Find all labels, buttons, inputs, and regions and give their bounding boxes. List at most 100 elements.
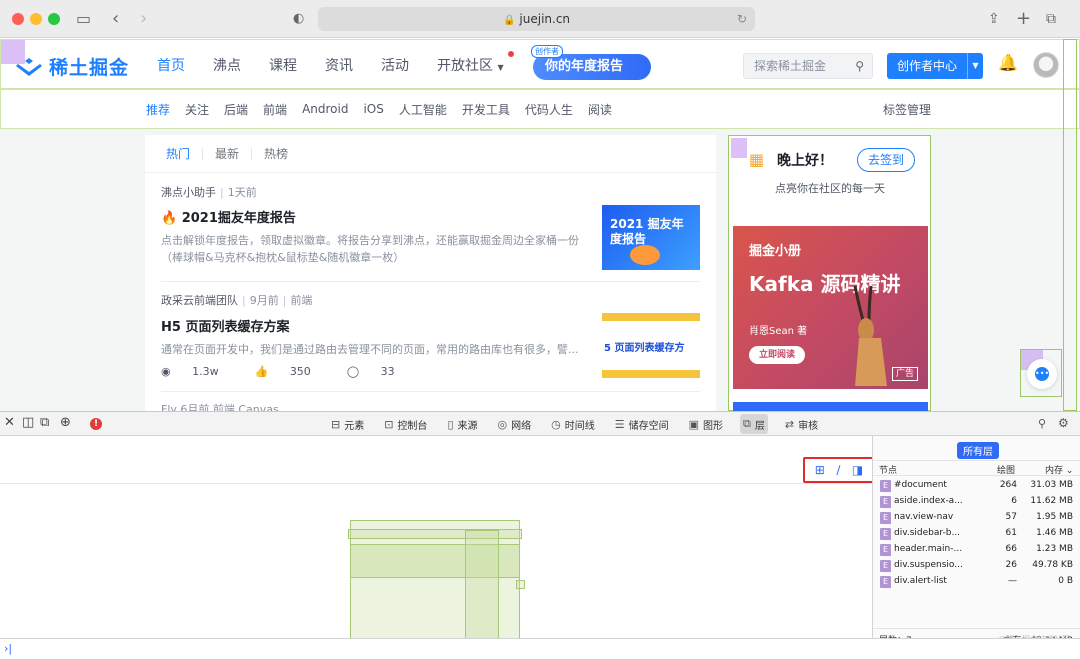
new-tab-icon[interactable]: + bbox=[1016, 9, 1031, 29]
creator-dropdown-icon[interactable]: ▼ bbox=[967, 53, 983, 79]
layers-3d-canvas[interactable]: ⊞ ∕ ◨ bbox=[0, 436, 875, 650]
category-recommend[interactable]: 推荐 bbox=[146, 101, 170, 118]
article-title[interactable]: H5 页面列表缓存方案 bbox=[161, 316, 289, 335]
nav-open-community[interactable]: 开放社区 ▼ bbox=[437, 51, 514, 75]
undock-icon[interactable]: ⧉ bbox=[40, 416, 49, 430]
chevron-down-icon: ⌄ bbox=[1065, 466, 1074, 476]
nav-events[interactable]: 活动 bbox=[381, 55, 409, 75]
zoom-window-button[interactable] bbox=[48, 13, 60, 25]
details-sidebar-icon[interactable]: ◨ bbox=[852, 463, 863, 477]
nav-news[interactable]: 资讯 bbox=[325, 55, 353, 75]
second-banner[interactable] bbox=[733, 402, 928, 411]
list-item[interactable]: 政采云前端团队 | 9月前 | 前端 H5 页面列表缓存方案 通常在页面开发中，我们是通… bbox=[145, 283, 716, 391]
creator-center-button[interactable]: 创作者中心 ▼ bbox=[887, 53, 983, 79]
sign-in-button[interactable]: 去签到 bbox=[857, 148, 915, 172]
article-tag[interactable]: 前端 bbox=[290, 294, 312, 307]
category-reading[interactable]: 阅读 bbox=[588, 101, 612, 118]
ad-read-button[interactable]: 立即阅读 bbox=[749, 346, 805, 364]
tab-latest[interactable]: 最新 bbox=[215, 147, 253, 160]
minimize-window-button[interactable] bbox=[30, 13, 42, 25]
article-author[interactable]: 政采云前端团队 bbox=[161, 294, 238, 307]
table-row[interactable]: Ediv.alert-list — 0 B bbox=[873, 574, 1080, 590]
category-following[interactable]: 关注 bbox=[185, 101, 209, 118]
site-logo[interactable]: 稀土掘金 bbox=[15, 53, 129, 79]
layer-box-suspension[interactable] bbox=[516, 580, 525, 589]
category-frontend[interactable]: 前端 bbox=[263, 101, 287, 118]
privacy-shield-icon[interactable]: ◐ bbox=[293, 9, 304, 29]
category-code-life[interactable]: 代码人生 bbox=[525, 101, 573, 118]
table-row[interactable]: Enav.view-nav 57 1.95 MB bbox=[873, 510, 1080, 526]
share-icon[interactable]: ⇪ bbox=[988, 9, 1000, 29]
tab-storage[interactable]: ☰ 储存空间 bbox=[612, 414, 672, 434]
comments-stat[interactable]: ◯ 33 bbox=[347, 365, 413, 378]
lock-icon: 🔒 bbox=[502, 15, 516, 26]
tab-elements[interactable]: ⊟ 元素 bbox=[328, 414, 367, 434]
column-node[interactable]: 节点 bbox=[879, 463, 897, 476]
nav-pins[interactable]: 沸点 bbox=[213, 55, 241, 75]
advertisement-banner[interactable]: 掘金小册 Kafka 源码精讲 肖恩Sean 著 立即阅读 广告 bbox=[733, 226, 928, 389]
article-author[interactable]: 沸点小助手 bbox=[161, 186, 216, 199]
chat-icon: ••• bbox=[1035, 367, 1049, 381]
all-layers-button[interactable]: 所有层 bbox=[957, 442, 999, 459]
close-inspector-icon[interactable]: ✕ bbox=[4, 416, 15, 430]
gear-icon[interactable]: ⚙ bbox=[1058, 416, 1069, 430]
article-thumbnail[interactable]: 2021 掘友年度报告 bbox=[602, 205, 700, 270]
tab-network-label: 网络 bbox=[511, 420, 532, 432]
nav-home[interactable]: 首页 bbox=[157, 55, 185, 75]
tab-timelines[interactable]: ◷ 时间线 bbox=[548, 414, 598, 434]
tab-layers[interactable]: ⧉ 层 bbox=[740, 414, 768, 434]
search-icon[interactable]: ⚲ bbox=[1038, 417, 1046, 430]
tab-audit[interactable]: ⇄ 审核 bbox=[782, 414, 821, 434]
nav-courses[interactable]: 课程 bbox=[269, 55, 297, 75]
tab-network[interactable]: ◎ 网络 bbox=[495, 414, 535, 434]
tag-manage-link[interactable]: 标签管理 bbox=[883, 101, 931, 118]
table-row[interactable]: Ediv.sidebar-b... 61 1.46 MB bbox=[873, 526, 1080, 542]
search-placeholder: 探索稀土掘金 bbox=[754, 59, 827, 73]
annual-report-button[interactable]: 创作者 你的年度报告 bbox=[531, 45, 651, 80]
list-item[interactable]: 沸点小助手 | 1天前 🔥 2021掘友年度报告 点击解锁年度报告，领取虚拟徽章。将… bbox=[145, 173, 716, 283]
table-row[interactable]: Ediv.suspensio... 26 49.78 KB bbox=[873, 558, 1080, 574]
paint-brush-icon[interactable]: ∕ bbox=[836, 463, 840, 477]
chat-float-button[interactable]: ••• bbox=[1027, 359, 1057, 389]
dock-icon[interactable]: ◫ bbox=[22, 416, 34, 430]
category-ai[interactable]: 人工智能 bbox=[399, 101, 447, 118]
logo-text: 稀土掘金 bbox=[49, 56, 130, 79]
reload-icon[interactable]: ↻ bbox=[737, 7, 747, 31]
close-window-button[interactable] bbox=[12, 13, 24, 25]
tab-console-label: 控制台 bbox=[397, 420, 428, 432]
avatar[interactable] bbox=[1033, 52, 1059, 78]
sidebar-toggle-icon[interactable]: ▭ bbox=[76, 9, 91, 29]
layers-icon: ⧉ bbox=[743, 417, 751, 430]
tab-graphics[interactable]: ▣ 图形 bbox=[686, 414, 726, 434]
bell-icon[interactable]: 🔔 bbox=[998, 53, 1018, 72]
tab-overview-icon[interactable]: ⧉ bbox=[1046, 9, 1056, 29]
error-icon[interactable]: ! bbox=[90, 418, 102, 430]
search-icon[interactable]: ⚲ bbox=[855, 54, 864, 78]
layer-box-aside[interactable] bbox=[465, 530, 499, 646]
grid-view-icon[interactable]: ⊞ bbox=[815, 463, 825, 477]
table-row[interactable]: Eheader.main-... 66 1.23 MB bbox=[873, 542, 1080, 558]
article-thumbnail[interactable]: 5 页面列表缓存方 bbox=[602, 313, 700, 378]
article-title[interactable]: 🔥 2021掘友年度报告 bbox=[161, 207, 296, 226]
tab-sources[interactable]: ▯ 来源 bbox=[444, 414, 480, 434]
category-backend[interactable]: 后端 bbox=[224, 101, 248, 118]
tab-hot[interactable]: 热门 bbox=[166, 147, 204, 160]
back-icon[interactable]: ‹ bbox=[112, 9, 119, 29]
row-paints: — bbox=[1008, 576, 1017, 586]
web-inspector: ✕ ◫ ⧉ ⊕ ! ⊟ 元素 ⊡ 控制台 ▯ 来源 ◎ 网络 ◷ 时间线 ☰ 储存空间 ▣ 图… bbox=[0, 411, 1080, 659]
likes-stat[interactable]: 👍 350 bbox=[255, 365, 329, 378]
console-prompt[interactable]: ›| bbox=[0, 638, 1080, 659]
category-android[interactable]: Android bbox=[302, 102, 348, 116]
element-picker-icon[interactable]: ⊕ bbox=[60, 416, 71, 430]
category-ios[interactable]: iOS bbox=[363, 102, 383, 116]
tab-console[interactable]: ⊡ 控制台 bbox=[381, 414, 430, 434]
column-paints[interactable]: 绘图 bbox=[997, 463, 1015, 476]
search-input[interactable]: 探索稀土掘金 ⚲ bbox=[743, 53, 873, 79]
table-row[interactable]: E #document 264 31.03 MB bbox=[873, 478, 1080, 494]
address-bar[interactable]: 🔒 juejin.cn ↻ bbox=[318, 7, 755, 31]
tab-ranking[interactable]: 热榜 bbox=[264, 148, 300, 160]
category-devtools[interactable]: 开发工具 bbox=[462, 101, 510, 118]
table-row[interactable]: Easide.index-a... 6 11.62 MB bbox=[873, 494, 1080, 510]
forward-icon[interactable]: › bbox=[140, 9, 147, 29]
column-memory[interactable]: 内存 ⌄ bbox=[1045, 463, 1073, 476]
